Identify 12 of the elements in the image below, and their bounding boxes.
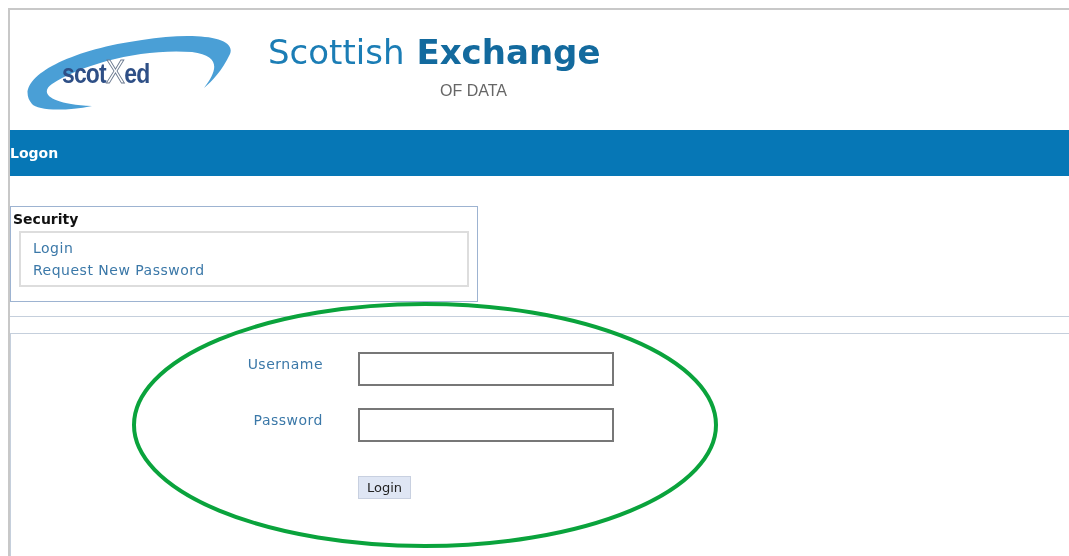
input-field[interactable] xyxy=(358,408,614,442)
logo-text: scotXed xyxy=(62,52,150,91)
security-link[interactable]: Login xyxy=(33,237,74,259)
input-field[interactable] xyxy=(358,352,614,386)
site-subtitle: OF DATA xyxy=(440,82,508,100)
field-label: Username xyxy=(247,355,323,374)
login-button[interactable]: Login xyxy=(358,476,412,499)
panel-title: Security xyxy=(13,211,80,227)
site-title: Scottish Exchange xyxy=(268,32,601,72)
page-title-bar: Logon xyxy=(10,130,1069,176)
field-label: Password xyxy=(253,411,323,430)
security-link[interactable]: Request New Password xyxy=(33,259,205,281)
